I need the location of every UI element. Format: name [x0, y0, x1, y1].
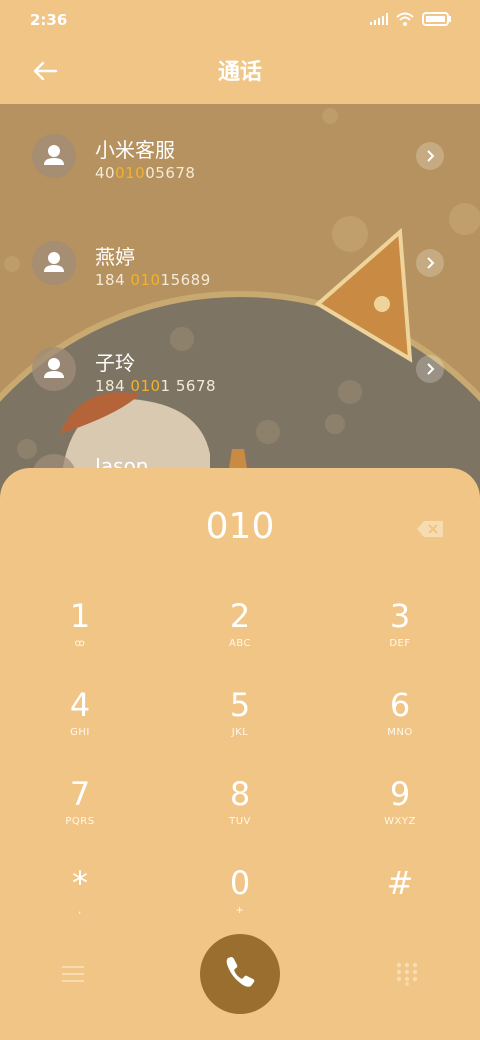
key-0[interactable]: 0 + — [180, 863, 300, 943]
dialpad-panel: 010 1ꝏ 2 ABC 3 DEF 4 GHI 5 JKL 6 MNO 7 PQRS 8T… — [0, 468, 480, 1040]
key-7[interactable]: 7 PQRS — [20, 774, 140, 854]
contact-name: 燕婷 — [95, 245, 135, 269]
contact-row[interactable]: 小米客服 4001005678 — [0, 104, 480, 194]
key-8[interactable]: 8 TUV — [180, 774, 300, 854]
avatar — [32, 241, 76, 285]
person-icon — [44, 358, 64, 378]
contact-number: 184 0101 5678 — [95, 377, 217, 395]
contact-row[interactable]: 子玲 184 0101 5678 — [0, 317, 480, 407]
phone-icon — [226, 957, 255, 987]
header: 通话 — [0, 40, 480, 104]
status-bar: 2:36 — [0, 0, 480, 40]
voicemail-icon: ꝏ — [74, 638, 86, 649]
call-button[interactable] — [200, 934, 280, 1014]
chevron-right-icon[interactable] — [416, 249, 444, 277]
chevron-right-icon[interactable] — [416, 142, 444, 170]
page-title: 通话 — [217, 60, 262, 85]
menu-icon[interactable] — [62, 964, 84, 984]
contact-name: 小米客服 — [95, 138, 175, 162]
status-time: 2:36 — [30, 11, 68, 29]
contact-number: 4001005678 — [95, 164, 196, 182]
key-4[interactable]: 4 GHI — [20, 685, 140, 765]
avatar — [32, 347, 76, 391]
contact-number: 184 01015689 — [95, 271, 211, 289]
key-star[interactable]: *, — [20, 863, 140, 943]
backspace-icon[interactable] — [416, 520, 444, 538]
key-6[interactable]: 6 MNO — [340, 685, 460, 765]
key-3[interactable]: 3 DEF — [340, 596, 460, 676]
chevron-right-icon[interactable] — [416, 355, 444, 383]
key-1[interactable]: 1ꝏ — [20, 596, 140, 676]
status-icons — [370, 12, 452, 26]
key-hash[interactable]: # — [340, 863, 460, 943]
person-icon — [44, 252, 64, 272]
key-5[interactable]: 5 JKL — [180, 685, 300, 765]
avatar — [32, 134, 76, 178]
contact-row[interactable]: 燕婷 184 01015689 — [0, 211, 480, 301]
person-icon — [44, 145, 64, 165]
dialpad-icon[interactable] — [396, 962, 418, 986]
signal-icon — [370, 13, 388, 25]
key-2[interactable]: 2 ABC — [180, 596, 300, 676]
contact-name: 子玲 — [95, 351, 135, 375]
battery-icon — [422, 12, 451, 26]
key-9[interactable]: 9 WXYZ — [340, 774, 460, 854]
dialed-number: 010 — [205, 506, 275, 547]
wifi-icon — [396, 12, 414, 26]
